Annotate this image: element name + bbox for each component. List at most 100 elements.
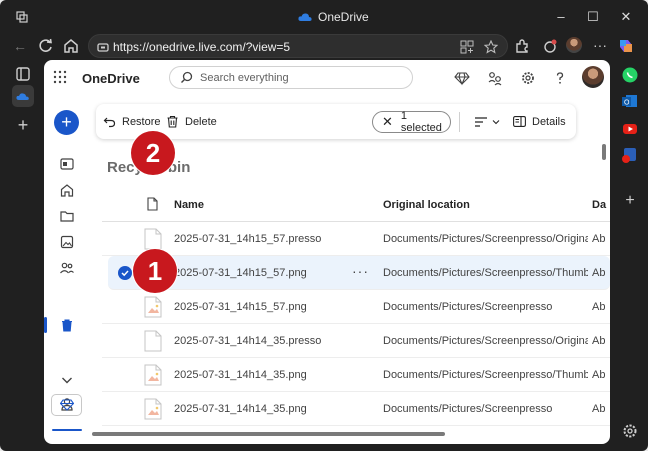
row-more-actions-icon[interactable]: ··· (352, 263, 369, 279)
window-title-text: OneDrive (318, 10, 369, 24)
table-row[interactable]: 2025-07-31_14h14_35.png Documents/Picture… (102, 358, 610, 392)
favorite-star-icon[interactable] (484, 40, 498, 54)
whatsapp-icon[interactable] (619, 64, 641, 86)
clear-selection-icon[interactable]: ✕ (382, 115, 393, 128)
sidebar-settings-icon[interactable] (619, 420, 641, 442)
app-launcher-icon[interactable] (53, 70, 67, 84)
delete-label: Delete (185, 115, 217, 128)
nav-home-icon[interactable] (59, 156, 75, 172)
table-row[interactable]: 2025-07-31_14h14_35.png Documents/Picture… (102, 392, 610, 426)
onedrive-header: OneDrive Search everything (44, 60, 610, 96)
image-file-icon (144, 398, 162, 420)
nav-my-files-home-icon[interactable] (59, 182, 75, 198)
search-input[interactable]: Search everything (169, 66, 413, 89)
minimize-button[interactable]: – (551, 7, 571, 27)
original-location: Documents/Pictures/Screenpresso/Original… (383, 233, 588, 245)
original-location: Documents/Pictures/Screenpresso/Original… (383, 335, 588, 347)
restore-undo-icon (103, 117, 116, 128)
back-icon[interactable]: ← (10, 36, 30, 56)
file-type-column-icon[interactable] (147, 197, 158, 211)
onedrive-cloud-icon (298, 13, 312, 21)
notification-badge-icon[interactable] (619, 144, 641, 166)
copilot-icon[interactable] (616, 36, 636, 56)
document-file-icon (144, 330, 162, 352)
nav-photos-icon[interactable] (59, 234, 75, 250)
share-people-icon[interactable] (487, 70, 503, 86)
edge-sidebar: O + (612, 58, 648, 451)
recycle-bin-table: Name Original location Da 2025-07-31_14h… (102, 186, 610, 444)
file-name[interactable]: 2025-07-31_14h14_35.png (174, 369, 307, 381)
maximize-button[interactable]: ☐ (583, 7, 603, 27)
file-name[interactable]: 2025-07-31_14h15_57.presso (174, 233, 321, 245)
nav-expand-chevron-icon[interactable] (59, 372, 75, 388)
address-bar[interactable]: https://onedrive.live.com/?view=5 (88, 34, 508, 58)
browser-essentials-icon[interactable] (540, 36, 560, 56)
account-avatar[interactable] (582, 66, 604, 88)
column-header-name[interactable]: Name (174, 199, 204, 211)
details-button[interactable]: Details (513, 104, 566, 139)
date-deleted: Ab (592, 369, 606, 381)
table-row[interactable]: 2025-07-31_14h15_57.presso Documents/Pict… (102, 222, 610, 256)
details-label: Details (532, 115, 566, 128)
site-info-icon[interactable] (97, 40, 109, 53)
image-file-icon (144, 364, 162, 386)
nav-shared-people-icon[interactable] (59, 260, 75, 276)
delete-button[interactable]: Delete (166, 104, 217, 139)
youtube-icon[interactable] (619, 118, 641, 140)
original-location: Documents/Pictures/Screenpresso/Thumbn..… (383, 369, 588, 381)
file-name[interactable]: 2025-07-31_14h15_57.png (174, 267, 307, 279)
help-icon[interactable] (552, 70, 568, 86)
table-header: Name Original location Da (102, 186, 610, 222)
address-bar-url: https://onedrive.live.com/?view=5 (113, 40, 291, 54)
create-new-button[interactable]: + (54, 110, 79, 135)
file-name[interactable]: 2025-07-31_14h14_35.png (174, 403, 307, 415)
sort-lines-icon (475, 116, 487, 127)
selection-count-pill[interactable]: ✕ 1 selected (372, 110, 451, 134)
home-icon[interactable] (61, 36, 81, 56)
profile-avatar-icon[interactable] (566, 37, 582, 53)
search-placeholder: Search everything (200, 72, 289, 84)
premium-diamond-small-icon (60, 399, 74, 411)
tab-actions-icon[interactable] (12, 63, 34, 85)
add-sidebar-app-icon[interactable]: + (619, 190, 641, 212)
file-name[interactable]: 2025-07-31_14h14_35.presso (174, 335, 321, 347)
nav-recycle-bin-icon[interactable] (59, 317, 75, 333)
refresh-icon[interactable] (36, 36, 56, 56)
close-button[interactable]: ✕ (616, 7, 636, 27)
browser-window: OneDrive – ☐ ✕ ← https://onedrive.live.c… (0, 0, 648, 451)
premium-upgrade-button[interactable] (51, 394, 82, 416)
date-deleted: Ab (592, 403, 606, 415)
document-file-icon (144, 228, 162, 250)
new-tab-button[interactable]: + (12, 115, 34, 137)
more-options-icon[interactable]: ··· (590, 36, 610, 56)
svg-text:O: O (624, 100, 630, 107)
table-row[interactable]: 2025-07-31_14h15_57.png ··· Documents/Pict… (108, 256, 610, 290)
outlook-icon[interactable]: O (619, 90, 641, 112)
date-deleted: Ab (592, 335, 606, 347)
column-header-date-deleted[interactable]: Da (592, 199, 606, 211)
window-title: OneDrive (298, 10, 369, 24)
date-deleted: Ab (592, 301, 606, 313)
column-header-original-location[interactable]: Original location (383, 199, 470, 211)
sort-menu-button[interactable] (474, 104, 500, 139)
app-brand[interactable]: OneDrive (82, 71, 140, 86)
tab-onedrive[interactable] (12, 85, 34, 107)
horizontal-scrollbar-thumb[interactable] (92, 432, 445, 436)
settings-gear-icon[interactable] (520, 70, 536, 86)
extensions-icon[interactable] (512, 36, 532, 56)
selected-count-label: 1 selected (400, 110, 442, 134)
file-name[interactable]: 2025-07-31_14h15_57.png (174, 301, 307, 313)
row-selected-check-icon[interactable] (118, 266, 132, 280)
onedrive-page: OneDrive Search everything + Restore Del… (44, 60, 610, 444)
workspaces-icon[interactable] (16, 11, 28, 23)
app-available-icon[interactable] (460, 40, 474, 54)
nav-folder-icon[interactable] (59, 208, 75, 224)
onedrive-tab-icon (16, 93, 29, 100)
table-row[interactable]: 2025-07-31_14h14_35.presso Documents/Pict… (102, 324, 610, 358)
table-row[interactable]: 2025-07-31_14h15_57.png Documents/Picture… (102, 290, 610, 324)
premium-diamond-icon[interactable] (454, 70, 470, 86)
annotation-marker-1: 1 (133, 249, 177, 293)
vertical-tab-strip: + (0, 58, 44, 451)
vertical-scrollbar-thumb[interactable] (602, 144, 606, 160)
browser-toolbar: ← https://onedrive.live.com/?view=5 ··· (0, 34, 648, 58)
